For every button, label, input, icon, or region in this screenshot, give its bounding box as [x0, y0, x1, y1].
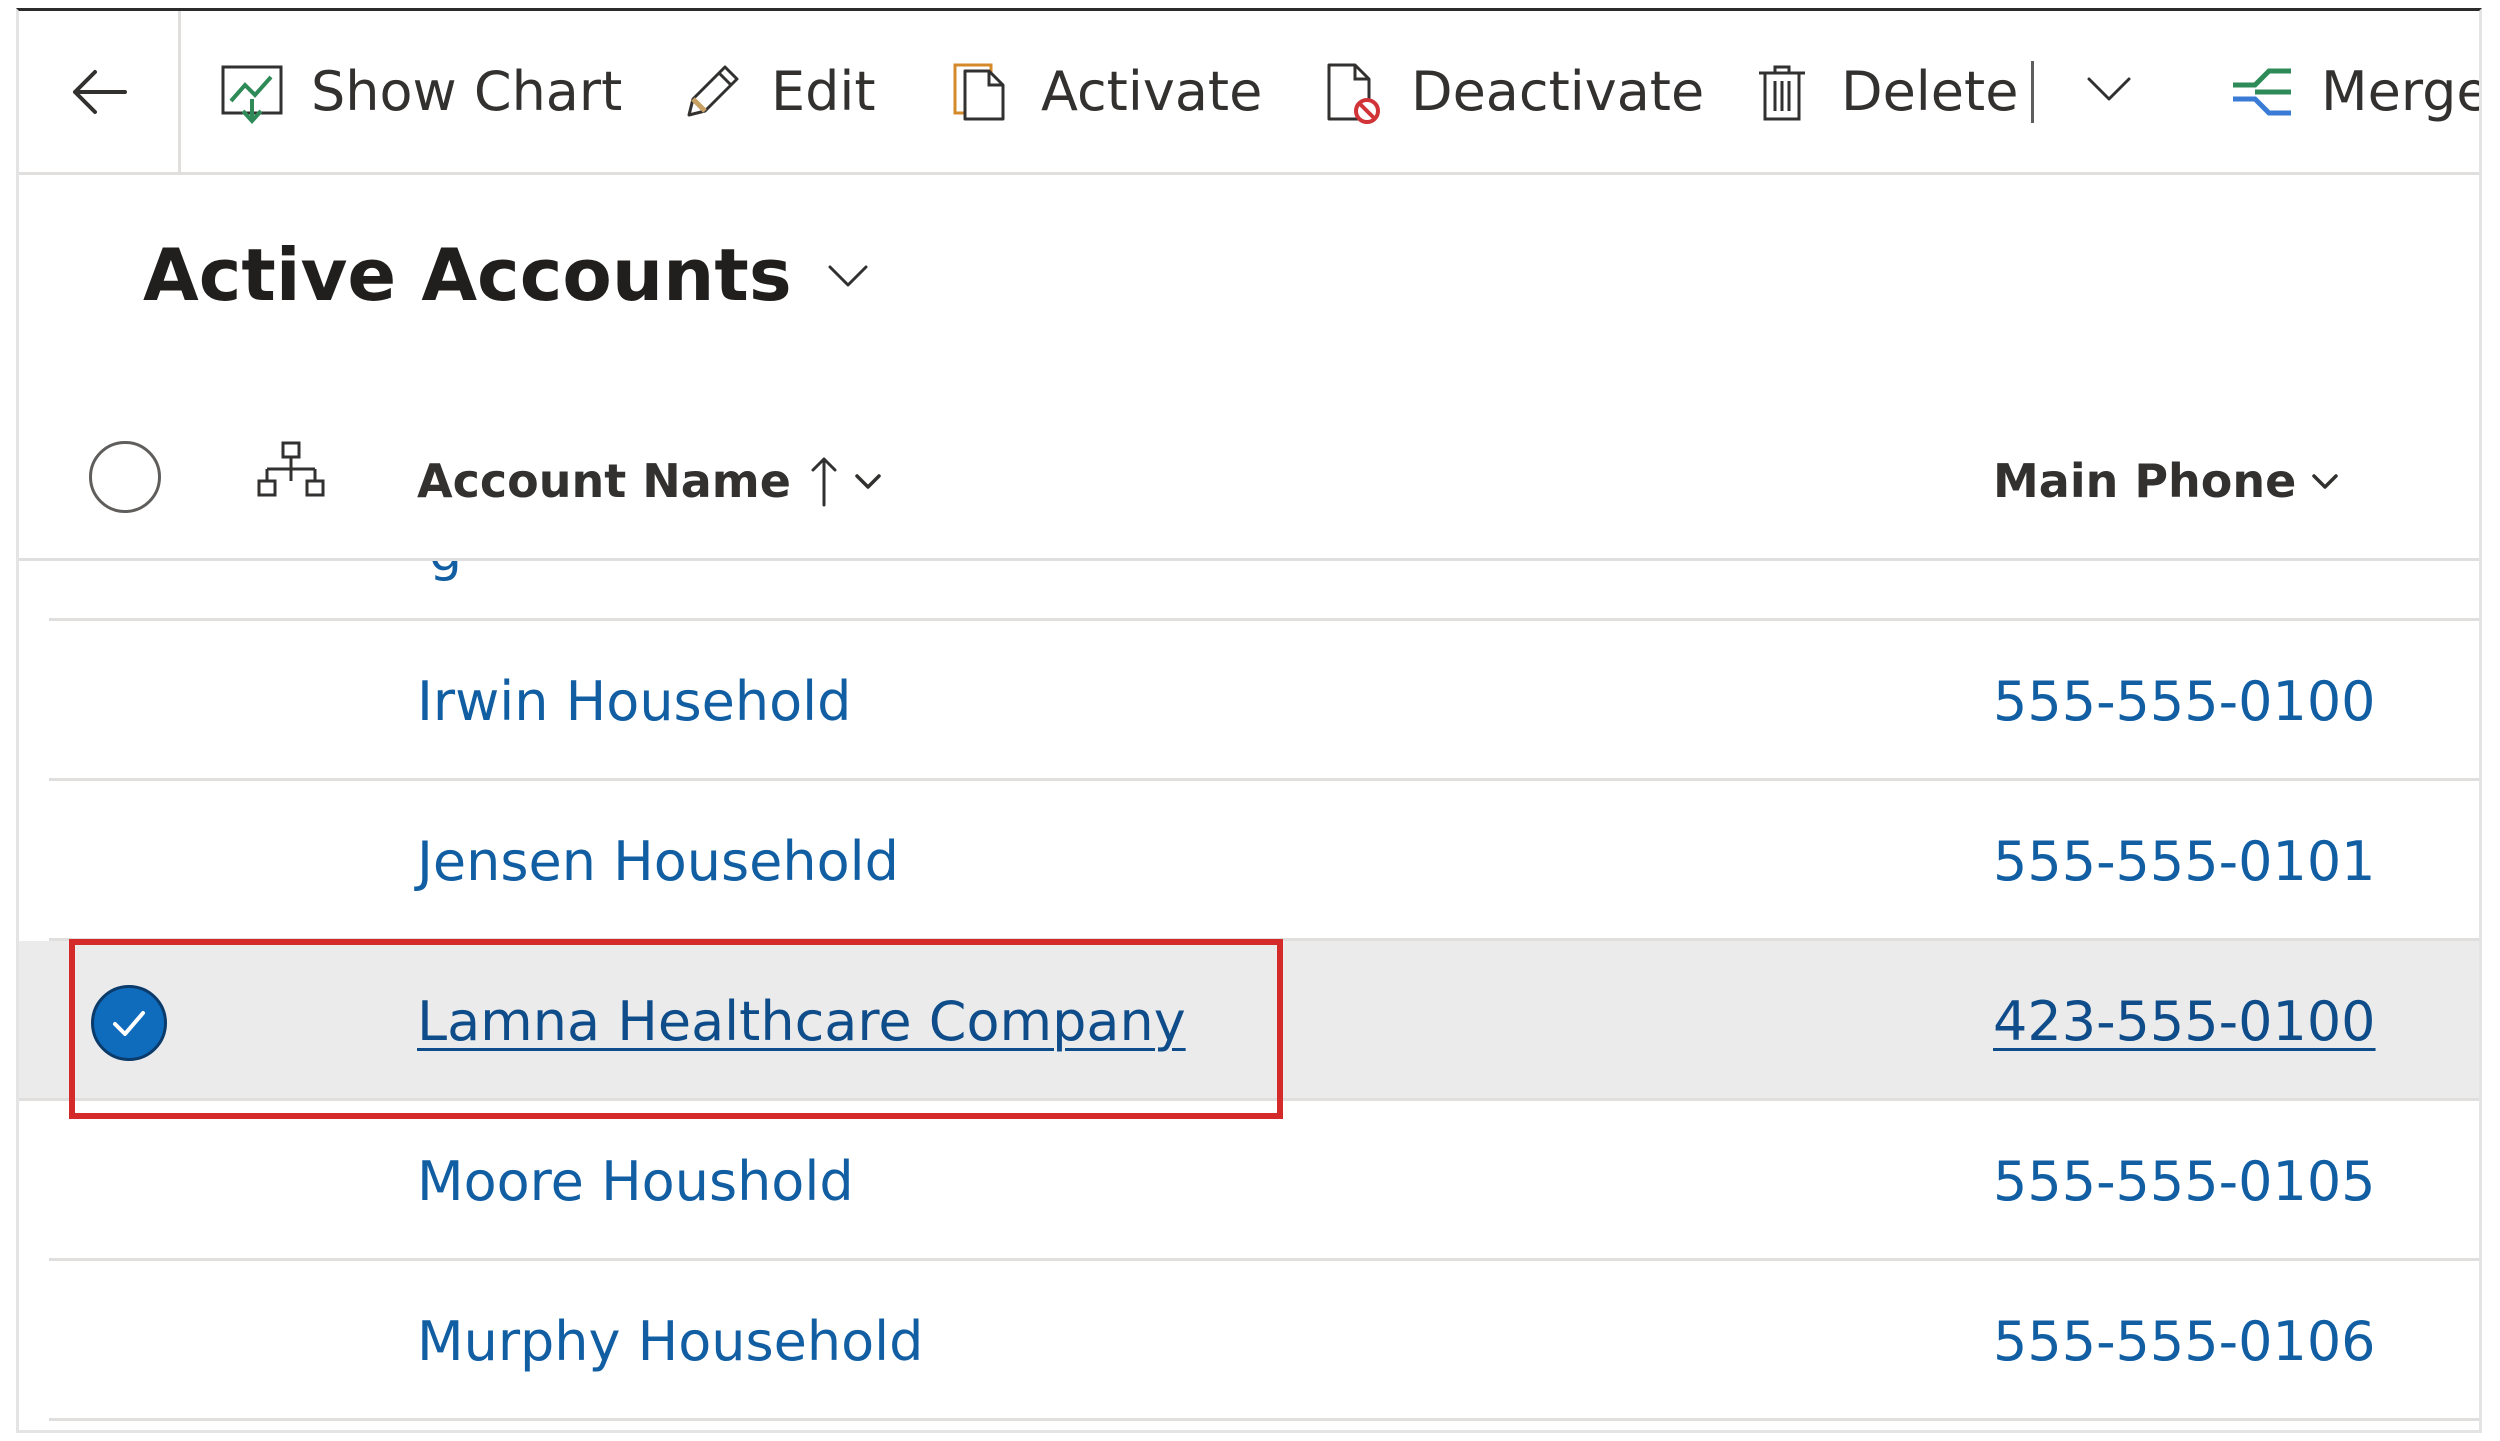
chevron-down-icon [855, 474, 881, 489]
select-all-checkbox[interactable] [89, 441, 161, 513]
edit-pencil-icon [679, 59, 745, 125]
main-phone-link[interactable]: 555-555-0105 [1993, 1101, 2376, 1261]
column-header-label: Account Name [417, 454, 791, 508]
activate-button[interactable]: Activate [949, 11, 1262, 172]
account-name-link[interactable]: Jensen Household [417, 781, 899, 941]
checkmark-icon [113, 1011, 145, 1036]
column-header-account-name[interactable]: Account Name [417, 401, 885, 561]
account-name-link[interactable]: Moore Houshold [417, 1101, 854, 1261]
merge-icon [2229, 59, 2295, 125]
back-arrow-icon [72, 69, 127, 114]
deactivate-button[interactable]: Deactivate [1319, 11, 1704, 172]
column-header-main-phone[interactable]: Main Phone [1993, 401, 2342, 561]
view-selector[interactable]: Active Accounts [143, 233, 872, 317]
delete-trash-icon [1749, 59, 1815, 125]
main-phone-link[interactable]: 423-555-0100 [1993, 941, 2376, 1101]
account-name-link[interactable]: Murphy Household [417, 1261, 923, 1421]
edit-label: Edit [771, 60, 876, 123]
hierarchy-icon [257, 441, 325, 497]
merge-label: Merge [2321, 60, 2482, 123]
sort-ascending-icon [811, 457, 837, 507]
partial-row-text-fragment: ɡ [429, 561, 462, 583]
chevron-down-icon [828, 265, 868, 287]
delete-button[interactable]: Delete [1749, 11, 2018, 172]
chevron-down-icon [2312, 474, 2339, 489]
more-commands-button[interactable] [2079, 59, 2139, 123]
column-header-label: Main Phone [1993, 454, 2297, 508]
show-chart-label: Show Chart [311, 60, 623, 123]
main-phone-link[interactable]: 555-555-0101 [1993, 781, 2376, 941]
activate-icon [949, 59, 1015, 125]
account-name-link[interactable]: Irwin Household [417, 621, 851, 781]
main-phone-link[interactable]: 555-555-0100 [1993, 621, 2376, 781]
main-phone-link[interactable]: 555-555-0106 [1993, 1261, 2376, 1421]
deactivate-label: Deactivate [1411, 60, 1705, 123]
table-row[interactable]: Jensen Household 555-555-0101 [49, 781, 2479, 941]
back-button[interactable] [19, 11, 181, 172]
row-select-checkbox[interactable] [91, 985, 167, 1061]
toolbar-divider [2031, 61, 2034, 123]
delete-label: Delete [1841, 60, 2019, 123]
grid-header: Account Name Main Phone [19, 401, 2479, 561]
partial-row: ɡ [49, 561, 2479, 621]
activate-label: Activate [1041, 60, 1263, 123]
edit-button[interactable]: Edit [679, 11, 876, 172]
account-name-link[interactable]: Lamna Healthcare Company [417, 941, 1186, 1101]
hierarchy-button[interactable] [255, 437, 327, 513]
table-row[interactable]: Moore Houshold 555-555-0105 [49, 1101, 2479, 1261]
table-row[interactable]: Irwin Household 555-555-0100 [49, 621, 2479, 781]
command-bar: Show Chart Edit Activate Deactivate Dele… [19, 11, 2482, 175]
show-chart-button[interactable]: Show Chart [219, 11, 622, 172]
deactivate-icon [1319, 59, 1385, 125]
table-row[interactable]: Murphy Household 555-555-0106 [49, 1261, 2479, 1421]
show-chart-icon [219, 59, 285, 125]
table-row-selected[interactable]: Lamna Healthcare Company 423-555-0100 [19, 941, 2479, 1101]
merge-button[interactable]: Merge [2229, 11, 2482, 172]
app-frame: Show Chart Edit Activate Deactivate Dele… [16, 8, 2482, 1433]
chevron-down-icon [2087, 77, 2131, 101]
page-title: Active Accounts [143, 233, 792, 317]
